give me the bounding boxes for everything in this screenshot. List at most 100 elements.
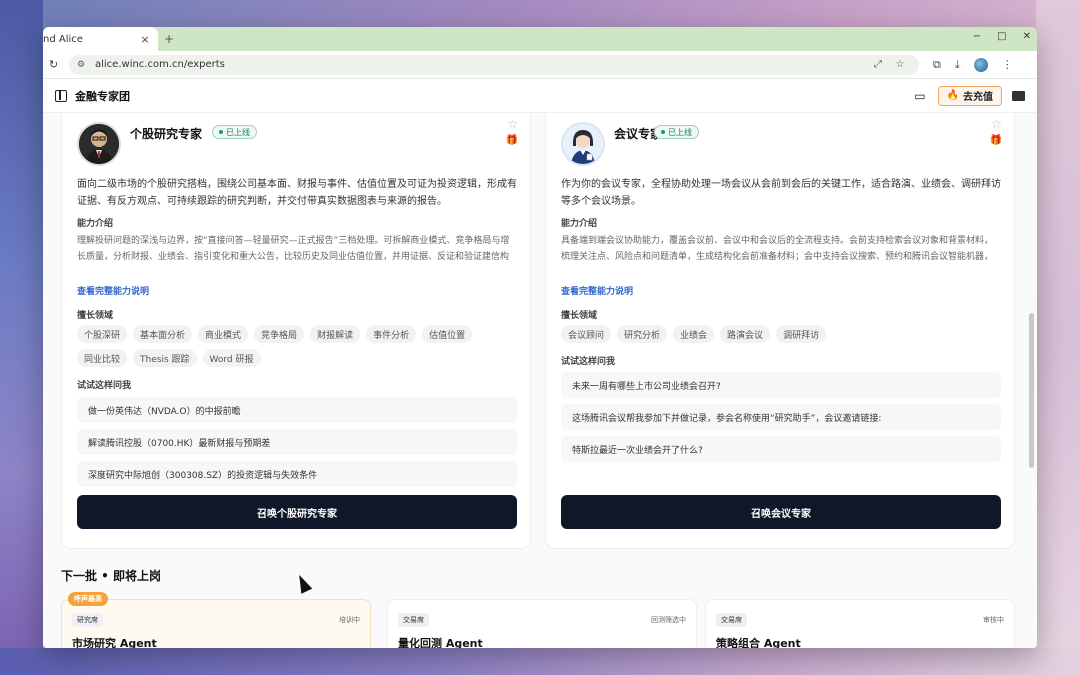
seat-label: 交易席 xyxy=(716,613,747,627)
agent-title: 市场研究 Agent xyxy=(72,637,157,648)
tag[interactable]: 业绩会 xyxy=(673,325,715,343)
desktop-wallpaper-left xyxy=(0,0,43,675)
tag[interactable]: 个股深研 xyxy=(77,325,128,343)
tag[interactable]: 估值位置 xyxy=(422,325,473,343)
new-tab-button[interactable]: + xyxy=(158,27,180,51)
site-info-icon[interactable]: ⚙ xyxy=(77,60,91,70)
sample-question[interactable]: 这场腾讯会议帮我参加下并做记录，参会名称使用“研究助手”，会议邀请链接: xyxy=(561,404,1001,430)
expert-name: 个股研究专家 xyxy=(130,127,203,141)
page-scrollbar[interactable] xyxy=(1029,313,1034,468)
address-bar: ↻ ⚙ alice.winc.com.cn/experts ⤢ ☆ ⧉ ⤓ ⋮ xyxy=(43,51,1037,79)
status-badge: 已上线 xyxy=(654,125,699,139)
extensions-icon[interactable]: ⧉ xyxy=(933,58,941,72)
agent-title: 量化回测 Agent xyxy=(398,637,483,648)
summon-expert-button[interactable]: 召唤个股研究专家 xyxy=(77,495,517,529)
tab-close-icon[interactable]: × xyxy=(138,33,152,46)
tag[interactable]: 商业模式 xyxy=(198,325,249,343)
tag[interactable]: 调研拜访 xyxy=(776,325,827,343)
view-full-ability-link[interactable]: 查看完整能力说明 xyxy=(77,284,149,297)
upcoming-agent-card[interactable]: 交易席 审核中 策略组合 Agent xyxy=(705,599,1015,648)
profile-avatar-icon[interactable] xyxy=(973,57,988,72)
hot-badge: 呼声最高 xyxy=(68,592,108,606)
gift-icon[interactable]: 🎁 xyxy=(990,135,1002,146)
app-title: 金融专家团 xyxy=(75,89,130,103)
browser-toolbar: ⧉ ⤓ ⋮ xyxy=(933,57,1013,72)
questions-heading: 试试这样问我 xyxy=(77,381,132,391)
fire-icon: 🔥 xyxy=(946,90,959,101)
agent-status: 回测筛选中 xyxy=(651,616,686,624)
sample-question[interactable]: 特斯拉最近一次业绩会开了什么? xyxy=(561,436,1001,462)
url-text[interactable]: alice.winc.com.cn/experts xyxy=(95,59,867,70)
seat-label: 交易席 xyxy=(398,613,429,627)
sample-question[interactable]: 未来一周有哪些上市公司业绩会召开? xyxy=(561,372,1001,398)
translate-icon[interactable]: ⤢ xyxy=(867,59,889,70)
browser-window: nd Alice × + − □ ✕ ↻ ⚙ alice.winc.com.cn… xyxy=(43,27,1037,648)
ability-heading: 能力介绍 xyxy=(561,219,598,229)
tag-list: 会议顾问 研究分析 业绩会 路演会议 调研拜访 xyxy=(561,325,1001,343)
agent-status: 培训中 xyxy=(339,616,360,624)
tag[interactable]: Thesis 跟踪 xyxy=(133,349,197,367)
minimize-button[interactable]: − xyxy=(973,31,981,42)
recharge-label: 去充值 xyxy=(963,92,993,103)
tag[interactable]: 事件分析 xyxy=(366,325,417,343)
view-full-ability-link[interactable]: 查看完整能力说明 xyxy=(561,284,633,297)
tab-title: nd Alice xyxy=(43,33,83,45)
tag[interactable]: 会议顾问 xyxy=(561,325,612,343)
status-dot-icon xyxy=(219,130,223,134)
agent-status: 审核中 xyxy=(983,616,1004,624)
menu-kebab-icon[interactable]: ⋮ xyxy=(1002,58,1013,71)
questions-heading: 试试这样问我 xyxy=(561,357,616,367)
tag[interactable]: 竞争格局 xyxy=(254,325,305,343)
next-batch-heading: 下一批 • 即将上岗 xyxy=(61,569,162,583)
tag[interactable]: 路演会议 xyxy=(720,325,771,343)
folder-icon[interactable] xyxy=(1012,90,1025,101)
maximize-button[interactable]: □ xyxy=(997,31,1006,42)
main-content: 个股研究专家 已上线 ☆ 🎁 面向二级市场的个股研究搭档，围绕公司基本面、财报与… xyxy=(43,113,1037,648)
tag[interactable]: Word 研报 xyxy=(202,349,261,367)
gift-icon[interactable]: 🎁 xyxy=(506,135,518,146)
agent-title: 策略组合 Agent xyxy=(716,637,801,648)
favorite-star-icon[interactable]: ☆ xyxy=(507,117,518,131)
tags-heading: 擅长领域 xyxy=(561,311,598,321)
omnibox[interactable]: ⚙ alice.winc.com.cn/experts ⤢ ☆ xyxy=(69,54,919,75)
sample-question[interactable]: 解读腾讯控股（0700.HK）最新财报与预期差 xyxy=(77,429,517,455)
ability-text: 具备端到端会议协助能力，覆盖会议前、会议中和会议后的全流程支持。会前支持检索会议… xyxy=(561,236,994,262)
sample-question[interactable]: 做一份英伟达（NVDA.O）的中报前瞻 xyxy=(77,397,517,423)
expert-card-meeting: 会议专家 已上线 ☆ 🎁 作为你的会议专家，全程协助处理一场会议从会前到会后的关… xyxy=(545,113,1015,549)
expert-avatar xyxy=(77,122,121,166)
app-header: 金融专家团 ▭ 🔥 去充值 xyxy=(43,79,1037,113)
expert-description: 面向二级市场的个股研究搭档，围绕公司基本面、财报与事件、估值位置及可证为投资逻辑… xyxy=(77,179,517,207)
tag[interactable]: 同业比较 xyxy=(77,349,128,367)
tags-heading: 擅长领域 xyxy=(77,311,114,321)
tag[interactable]: 基本面分析 xyxy=(133,325,193,343)
recharge-button[interactable]: 🔥 去充值 xyxy=(937,85,1002,106)
chat-bubble-icon[interactable]: ▭ xyxy=(914,89,925,103)
tag[interactable]: 财报解读 xyxy=(310,325,361,343)
upcoming-agent-card[interactable]: 研究席 培训中 市场研究 Agent xyxy=(61,599,371,648)
sample-question-list: 做一份英伟达（NVDA.O）的中报前瞻 解读腾讯控股（0700.HK）最新财报与… xyxy=(77,397,517,493)
download-icon[interactable]: ⤓ xyxy=(955,58,960,72)
expert-card-stock: 个股研究专家 已上线 ☆ 🎁 面向二级市场的个股研究搭档，围绕公司基本面、财报与… xyxy=(61,113,531,549)
expert-description: 作为你的会议专家，全程协助处理一场会议从会前到会后的关键工作，适合路演、业绩会、… xyxy=(561,179,1001,207)
sample-question[interactable]: 深度研究中际旭创（300308.SZ）的投资逻辑与失效条件 xyxy=(77,461,517,487)
tag-list: 个股深研 基本面分析 商业模式 竞争格局 财报解读 事件分析 估值位置 同业比较… xyxy=(77,325,517,367)
ability-text: 理解投研问题的深浅与边界，按“直接问答—轻量研究—正式报告”三档处理。可拆解商业… xyxy=(77,236,510,262)
bookmark-star-icon[interactable]: ☆ xyxy=(889,59,911,70)
ability-heading: 能力介绍 xyxy=(77,219,114,229)
expert-avatar xyxy=(561,122,605,166)
sidebar-toggle-icon[interactable] xyxy=(55,89,67,102)
window-controls: − □ ✕ xyxy=(973,31,1031,42)
desktop-wallpaper-right xyxy=(1036,0,1080,675)
upcoming-agent-card[interactable]: 交易席 回测筛选中 量化回测 Agent xyxy=(387,599,697,648)
tag[interactable]: 研究分析 xyxy=(617,325,668,343)
tab-bar: nd Alice × + − □ ✕ xyxy=(43,27,1037,51)
status-dot-icon xyxy=(661,130,665,134)
status-badge: 已上线 xyxy=(212,125,257,139)
favorite-star-icon[interactable]: ☆ xyxy=(991,117,1002,131)
browser-tab[interactable]: nd Alice × xyxy=(43,27,158,51)
close-window-button[interactable]: ✕ xyxy=(1023,31,1031,42)
reload-icon[interactable]: ↻ xyxy=(49,58,65,71)
sample-question-list: 未来一周有哪些上市公司业绩会召开? 这场腾讯会议帮我参加下并做记录，参会名称使用… xyxy=(561,372,1001,468)
seat-label: 研究席 xyxy=(72,613,103,627)
summon-expert-button[interactable]: 召唤会议专家 xyxy=(561,495,1001,529)
